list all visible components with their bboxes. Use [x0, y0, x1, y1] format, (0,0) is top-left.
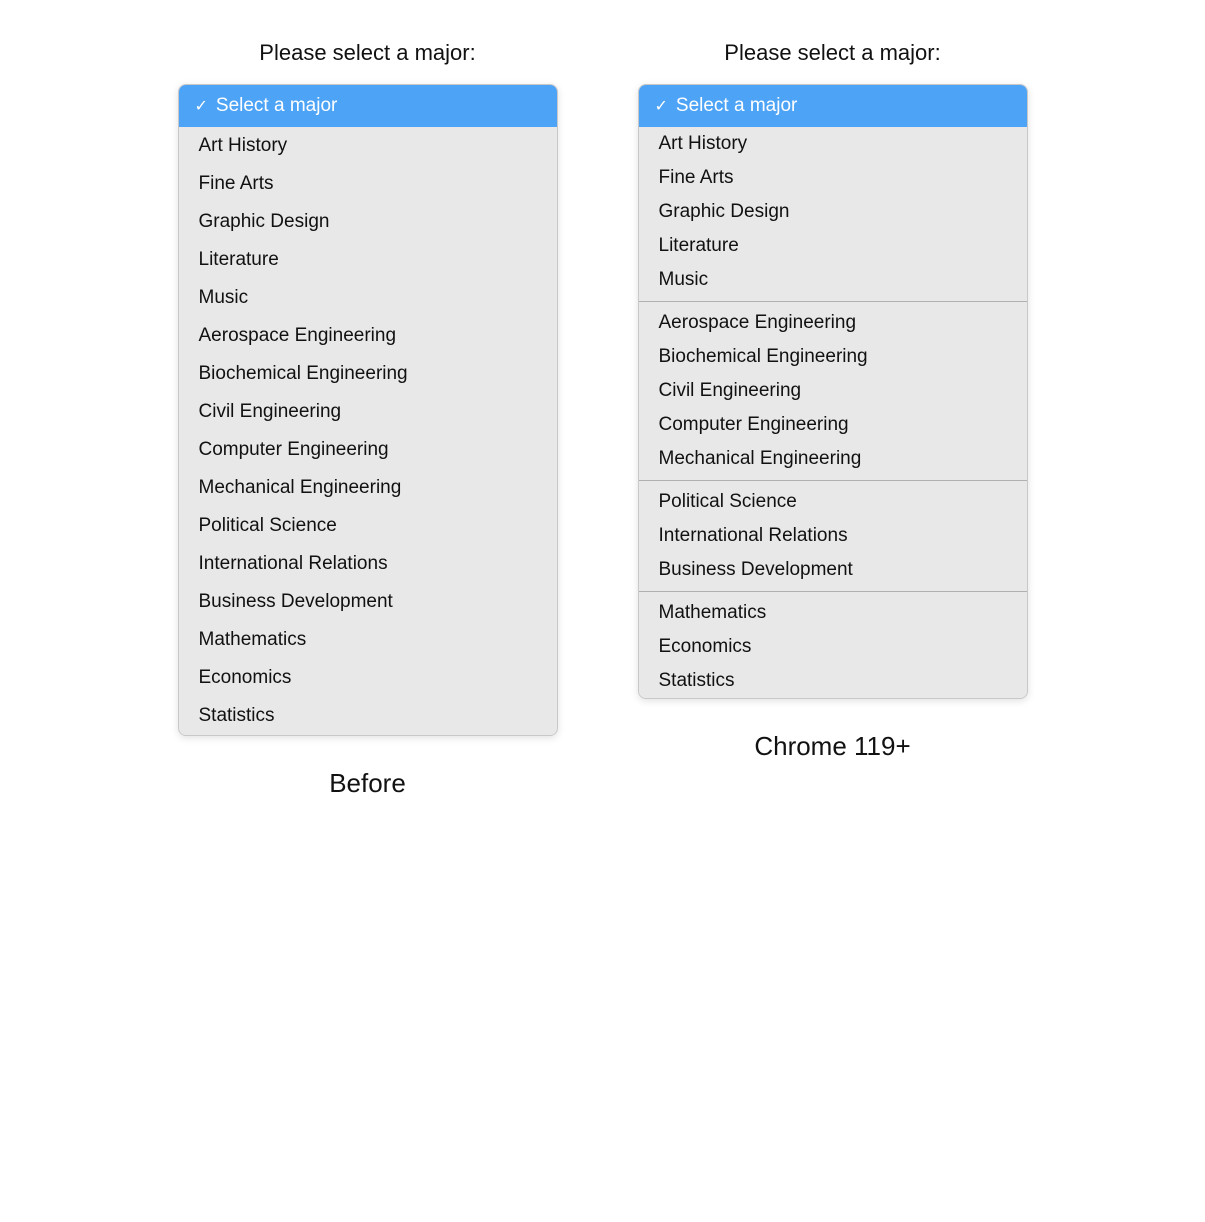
list-item[interactable]: Civil Engineering — [639, 374, 1027, 408]
before-options-list: Art HistoryFine ArtsGraphic DesignLitera… — [179, 127, 557, 735]
before-selected-option[interactable]: ✓ Select a major — [179, 85, 557, 127]
before-column: Please select a major: ✓ Select a major … — [178, 40, 558, 799]
list-item[interactable]: Literature — [639, 229, 1027, 263]
list-item[interactable]: Political Science — [179, 507, 557, 545]
before-caption: Before — [329, 768, 406, 799]
optgroup-separator — [639, 591, 1027, 592]
before-dropdown[interactable]: ✓ Select a major Art HistoryFine ArtsGra… — [178, 84, 558, 736]
list-item[interactable]: Civil Engineering — [179, 393, 557, 431]
list-item[interactable]: Biochemical Engineering — [639, 340, 1027, 374]
list-item[interactable]: Mechanical Engineering — [639, 442, 1027, 476]
list-item[interactable]: Art History — [179, 127, 557, 165]
list-item[interactable]: Aerospace Engineering — [179, 317, 557, 355]
list-item[interactable]: Computer Engineering — [639, 408, 1027, 442]
list-item[interactable]: Aerospace Engineering — [639, 306, 1027, 340]
list-item[interactable]: Economics — [179, 659, 557, 697]
after-caption: Chrome 119+ — [754, 731, 910, 762]
page-wrapper: Please select a major: ✓ Select a major … — [23, 40, 1183, 799]
after-dropdown[interactable]: ✓ Select a major Art HistoryFine ArtsGra… — [638, 84, 1028, 699]
optgroup-separator — [639, 480, 1027, 481]
list-item[interactable]: International Relations — [639, 519, 1027, 553]
list-item[interactable]: International Relations — [179, 545, 557, 583]
list-item[interactable]: Art History — [639, 127, 1027, 161]
after-selected-option[interactable]: ✓ Select a major — [639, 85, 1027, 127]
list-item[interactable]: Literature — [179, 241, 557, 279]
list-item[interactable]: Mathematics — [179, 621, 557, 659]
after-options-list: Art HistoryFine ArtsGraphic DesignLitera… — [639, 127, 1027, 698]
list-item[interactable]: Graphic Design — [639, 195, 1027, 229]
after-column: Please select a major: ✓ Select a major … — [638, 40, 1028, 762]
list-item[interactable]: Mechanical Engineering — [179, 469, 557, 507]
before-checkmark-icon: ✓ — [195, 96, 208, 116]
list-item[interactable]: Music — [179, 279, 557, 317]
list-item[interactable]: Fine Arts — [179, 165, 557, 203]
list-item[interactable]: Mathematics — [639, 596, 1027, 630]
list-item[interactable]: Music — [639, 263, 1027, 297]
list-item[interactable]: Political Science — [639, 485, 1027, 519]
list-item[interactable]: Computer Engineering — [179, 431, 557, 469]
list-item[interactable]: Statistics — [639, 664, 1027, 698]
list-item[interactable]: Business Development — [179, 583, 557, 621]
after-selected-text: Select a major — [676, 95, 797, 117]
optgroup-separator — [639, 301, 1027, 302]
list-item[interactable]: Economics — [639, 630, 1027, 664]
after-label: Please select a major: — [724, 40, 940, 66]
list-item[interactable]: Fine Arts — [639, 161, 1027, 195]
before-selected-text: Select a major — [216, 95, 337, 117]
list-item[interactable]: Business Development — [639, 553, 1027, 587]
before-label: Please select a major: — [259, 40, 475, 66]
list-item[interactable]: Graphic Design — [179, 203, 557, 241]
list-item[interactable]: Statistics — [179, 697, 557, 735]
after-checkmark-icon: ✓ — [655, 96, 668, 116]
list-item[interactable]: Biochemical Engineering — [179, 355, 557, 393]
